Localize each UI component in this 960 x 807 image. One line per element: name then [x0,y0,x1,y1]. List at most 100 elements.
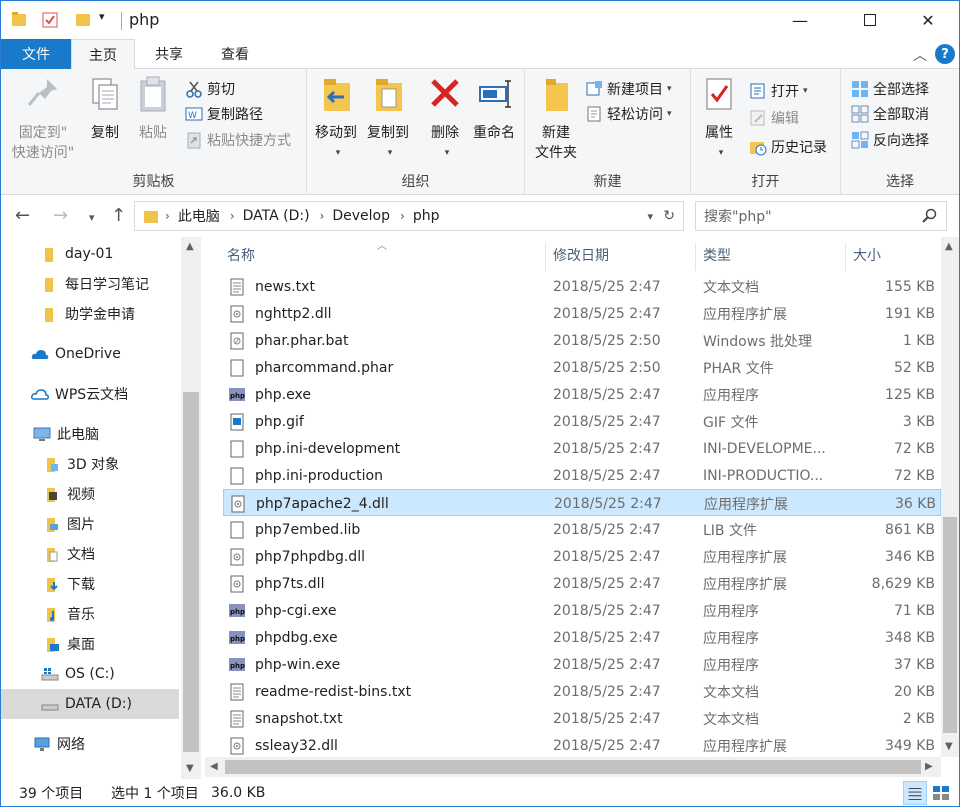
nav-item-pictures[interactable]: 图片 [1,509,179,539]
new-folder-quick-icon[interactable] [75,11,91,27]
paste-shortcut-button[interactable]: 粘贴快捷方式 [185,128,291,152]
open-button[interactable]: 打开 ▾ [749,79,808,103]
search-input[interactable]: 搜索"php" [695,201,947,231]
new-item-button[interactable]: 新建项目 ▾ [585,77,672,101]
horizontal-scrollbar[interactable]: ◀ ▶ [205,757,941,777]
minimize-button[interactable]: — [777,1,823,39]
easy-access-button[interactable]: 轻松访问 ▾ [585,102,672,126]
file-list-scrollbar-thumb[interactable] [943,517,957,733]
file-row[interactable]: php.gif 2018/5/25 2:47 GIF 文件 3 KB [223,408,941,435]
recent-locations-icon[interactable]: ▾ [89,211,95,224]
forward-arrow-icon[interactable]: → [53,205,68,226]
delete-button[interactable]: 删除 ▾ [425,75,465,163]
copy-to-button[interactable]: 复制到 ▾ [363,75,413,163]
column-header-type[interactable]: 类型 [703,237,731,273]
new-folder-button[interactable]: 新建 文件夹 [531,75,581,163]
scroll-up-icon[interactable]: ▲ [945,241,953,252]
tab-file[interactable]: 文件 [1,39,71,69]
properties-button[interactable]: 属性 ▾ [699,75,739,163]
nav-item-wps-cloud[interactable]: WPS云文档 [1,379,179,409]
properties-check-icon[interactable] [41,11,59,29]
file-row[interactable]: ssleay32.dll 2018/5/25 2:47 应用程序扩展 349 KB [223,732,941,757]
file-name-cell[interactable]: php7apache2_4.dll [230,490,542,517]
nav-item-documents[interactable]: 文档 [1,539,179,569]
breadcrumb-php[interactable]: php [413,208,440,224]
rename-button[interactable]: 重命名 [467,75,521,143]
nav-scrollbar[interactable]: ▲ ▼ [181,237,201,779]
cut-button[interactable]: 剪切 [185,77,235,101]
file-name-cell[interactable]: php phpdbg.exe [229,624,541,651]
large-icons-view-icon[interactable] [929,781,953,805]
file-row[interactable]: php phpdbg.exe 2018/5/25 2:47 应用程序 348 KB [223,624,941,651]
edit-button[interactable]: 编辑 [749,106,799,130]
help-icon[interactable]: ? [935,44,955,64]
copy-path-button[interactable]: W 复制路径 [185,102,263,126]
up-arrow-icon[interactable]: ↑ [111,205,126,226]
maximize-button[interactable] [847,1,893,39]
nav-item-data-d[interactable]: DATA (D:) [1,689,179,719]
column-separator[interactable] [695,243,696,271]
nav-item-network[interactable]: 网络 [1,729,179,759]
file-name-cell[interactable]: php7ts.dll [229,570,541,597]
nav-item-videos[interactable]: 视频 [1,479,179,509]
file-list-scrollbar[interactable]: ▲ ▼ [941,237,959,757]
column-header-size[interactable]: 大小 [853,237,881,273]
nav-item-grant-application[interactable]: 助学金申请 [1,299,179,329]
copy-button[interactable]: 复制 [83,75,127,143]
column-separator[interactable] [545,243,546,271]
nav-item-os-c[interactable]: OS (C:) [1,659,179,689]
quick-access-dropdown-icon[interactable]: ▾ [99,10,105,23]
history-button[interactable]: 历史记录 [749,135,827,159]
horizontal-scrollbar-thumb[interactable] [225,760,921,774]
refresh-icon[interactable]: ↻ [663,208,675,224]
file-row[interactable]: php php.exe 2018/5/25 2:47 应用程序 125 KB [223,381,941,408]
scroll-down-icon[interactable]: ▼ [945,741,953,752]
nav-item-desktop[interactable]: 桌面 [1,629,179,659]
tab-share[interactable]: 共享 [137,39,201,69]
scroll-down-icon[interactable]: ▼ [186,763,194,774]
file-name-cell[interactable]: readme-redist-bins.txt [229,678,541,705]
file-row[interactable]: php7ts.dll 2018/5/25 2:47 应用程序扩展 8,629 KB [223,570,941,597]
select-none-button[interactable]: 全部取消 [851,102,929,126]
back-arrow-icon[interactable]: ← [15,205,30,226]
nav-item-study-notes[interactable]: 每日学习笔记 [1,269,179,299]
file-name-cell[interactable]: phar.phar.bat [229,327,541,354]
scroll-right-icon[interactable]: ▶ [925,761,933,772]
file-row[interactable]: snapshot.txt 2018/5/25 2:47 文本文档 2 KB [223,705,941,732]
address-bar[interactable]: › 此电脑 › DATA (D:) › Develop › php ▾ ↻ [134,201,684,231]
file-row[interactable]: php7apache2_4.dll 2018/5/25 2:47 应用程序扩展 36 … [223,489,941,516]
file-name-cell[interactable]: php.gif [229,408,541,435]
breadcrumb-this-pc[interactable]: 此电脑 › [178,206,235,226]
file-name-cell[interactable]: snapshot.txt [229,705,541,732]
invert-selection-button[interactable]: 反向选择 [851,128,929,152]
nav-item-downloads[interactable]: 下载 [1,569,179,599]
nav-item-3d-objects[interactable]: 3D 对象 [1,449,179,479]
tab-view[interactable]: 查看 [203,39,267,69]
breadcrumb-data-drive[interactable]: DATA (D:) › [243,208,325,224]
breadcrumb-develop[interactable]: Develop › [332,208,404,224]
file-row[interactable]: php php-cgi.exe 2018/5/25 2:47 应用程序 71 KB [223,597,941,624]
file-row[interactable]: php7embed.lib 2018/5/25 2:47 LIB 文件 861 KB [223,516,941,543]
tab-home[interactable]: 主页 [71,39,135,70]
file-row[interactable]: readme-redist-bins.txt 2018/5/25 2:47 文本文档… [223,678,941,705]
file-name-cell[interactable]: php.ini-production [229,462,541,489]
scroll-up-icon[interactable]: ▲ [186,241,194,252]
file-row[interactable]: news.txt 2018/5/25 2:47 文本文档 155 KB [223,273,941,300]
nav-item-onedrive[interactable]: OneDrive [1,339,179,369]
file-name-cell[interactable]: news.txt [229,273,541,300]
nav-item-music[interactable]: 音乐 [1,599,179,629]
file-name-cell[interactable]: php php-win.exe [229,651,541,678]
nav-item-this-pc[interactable]: 此电脑 [1,419,179,449]
breadcrumb-separator[interactable]: › [165,209,170,223]
file-row[interactable]: phar.phar.bat 2018/5/25 2:50 Windows 批处理 1 … [223,327,941,354]
collapse-ribbon-icon[interactable]: ︿ [913,45,927,65]
file-row[interactable]: php7phpdbg.dll 2018/5/25 2:47 应用程序扩展 346 KB [223,543,941,570]
file-row[interactable]: php.ini-production 2018/5/25 2:47 INI-PROD… [223,462,941,489]
file-name-cell[interactable]: nghttp2.dll [229,300,541,327]
file-name-cell[interactable]: ssleay32.dll [229,732,541,757]
file-row[interactable]: nghttp2.dll 2018/5/25 2:47 应用程序扩展 191 KB [223,300,941,327]
select-all-button[interactable]: 全部选择 [851,77,929,101]
address-dropdown-icon[interactable]: ▾ [647,210,653,223]
scroll-left-icon[interactable]: ◀ [210,761,218,772]
column-separator[interactable] [845,243,846,271]
